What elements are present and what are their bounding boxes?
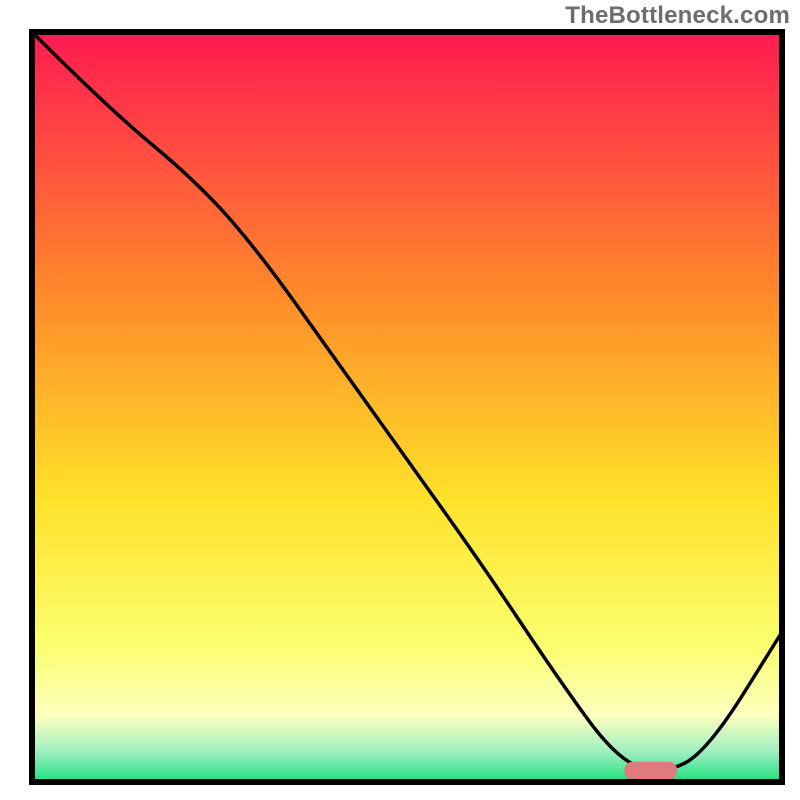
chart-root: TheBottleneck.com [0,0,800,800]
bottleneck-chart [0,0,800,800]
watermark-text: TheBottleneck.com [565,2,790,30]
optimum-marker [625,762,678,780]
plot-background [32,32,782,782]
